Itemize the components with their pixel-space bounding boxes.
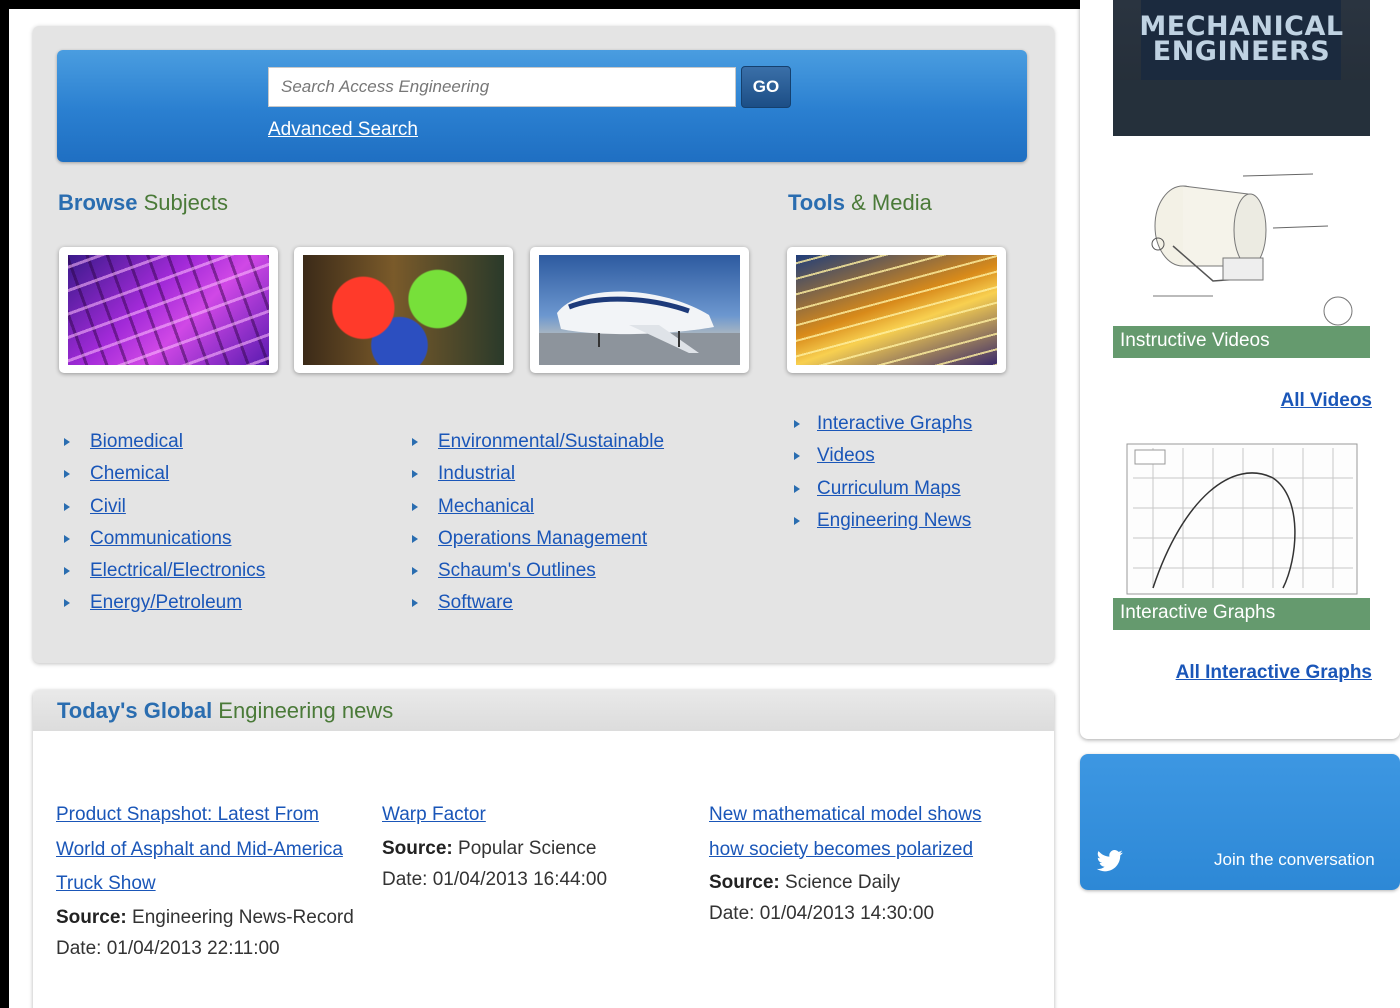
- list-item: Schaum's Outlines: [408, 555, 664, 587]
- book-title: MECHANICAL ENGINEERS: [1139, 11, 1344, 67]
- subject-link-electrical[interactable]: Electrical/Electronics: [90, 560, 265, 581]
- subject-thumbnail-aerospace[interactable]: [530, 247, 749, 373]
- advanced-search-link[interactable]: Advanced Search: [268, 119, 418, 141]
- tools-media-heading: Tools & Media: [788, 190, 932, 215]
- tool-link-videos[interactable]: Videos: [817, 445, 875, 466]
- list-item: Interactive Graphs: [790, 408, 985, 440]
- list-item: Biomedical: [60, 426, 265, 458]
- search-input[interactable]: [268, 67, 736, 107]
- news-date: Date: 01/04/2013 14:30:00: [709, 903, 935, 924]
- instructive-videos-card[interactable]: Instructive Videos: [1113, 166, 1370, 358]
- twitter-cta-text[interactable]: Join the conversation: [1214, 850, 1375, 870]
- subject-thumbnail-electronics[interactable]: [59, 247, 278, 373]
- subject-link-biomedical[interactable]: Biomedical: [90, 431, 183, 452]
- light-trails-image: [796, 255, 997, 365]
- news-title-link[interactable]: New mathematical model shows how society…: [709, 804, 981, 860]
- subjects-list-col2: Environmental/Sustainable Industrial Mec…: [408, 426, 664, 620]
- bullet-icon: [794, 516, 800, 525]
- list-item: Engineering News: [790, 505, 985, 537]
- book-cover-band: [1113, 80, 1370, 136]
- window-left-border: [0, 0, 9, 1008]
- subject-link-operations[interactable]: Operations Management: [438, 528, 647, 549]
- news-source: Source: Popular Science: [382, 837, 597, 859]
- tools-list: Interactive Graphs Videos Curriculum Map…: [790, 408, 985, 537]
- list-item: Videos: [790, 440, 985, 472]
- list-item: Environmental/Sustainable: [408, 426, 664, 458]
- bullet-icon: [64, 599, 70, 608]
- list-item: Energy/Petroleum: [60, 587, 265, 619]
- news-date: Date: 01/04/2013 16:44:00: [382, 868, 608, 890]
- bullet-icon: [64, 438, 70, 446]
- news-source: Source: Engineering News-Record: [56, 906, 354, 928]
- bullet-icon: [412, 567, 418, 576]
- bullet-icon: [64, 534, 70, 543]
- bullet-icon: [412, 470, 418, 479]
- tools-thumbnail[interactable]: [787, 247, 1006, 373]
- twitter-bird-icon: [1096, 850, 1123, 872]
- news-item: Product Snapshot: Latest From World of A…: [56, 798, 366, 964]
- subject-link-chemical[interactable]: Chemical: [90, 463, 169, 484]
- subject-link-environmental[interactable]: Environmental/Sustainable: [438, 431, 664, 452]
- bullet-icon: [412, 438, 418, 446]
- list-item: Curriculum Maps: [790, 473, 985, 505]
- circuit-board-image: [68, 255, 269, 365]
- search-bar: GO Advanced Search: [57, 50, 1027, 162]
- subject-thumbnail-chemical[interactable]: [294, 247, 513, 373]
- list-item: Operations Management: [408, 523, 664, 555]
- subject-link-civil[interactable]: Civil: [90, 496, 126, 517]
- list-item: Software: [408, 587, 664, 619]
- news-heading: Today's Global Engineering news: [33, 690, 1054, 731]
- interactive-graphs-caption: Interactive Graphs: [1113, 598, 1370, 630]
- browse-subjects-heading: Browse Subjects: [58, 190, 228, 215]
- browse-panel: GO Advanced Search Browse Subjects Tools…: [33, 26, 1054, 663]
- subject-link-communications[interactable]: Communications: [90, 528, 232, 549]
- subject-link-schaums[interactable]: Schaum's Outlines: [438, 560, 596, 581]
- news-title-link[interactable]: Warp Factor: [382, 804, 486, 825]
- bullet-icon: [794, 420, 800, 428]
- bullet-icon: [64, 502, 70, 511]
- bullet-icon: [412, 599, 418, 608]
- bullet-icon: [412, 502, 418, 511]
- interactive-graphs-card[interactable]: Interactive Graphs: [1113, 438, 1370, 630]
- bullet-icon: [794, 452, 800, 461]
- news-date: Date: 01/04/2013 22:11:00: [56, 937, 280, 959]
- tool-link-engineering-news[interactable]: Engineering News: [817, 510, 971, 531]
- aircraft-drawing: [539, 291, 740, 365]
- list-item: Civil: [60, 491, 265, 523]
- handbook-cover[interactable]: MECHANICAL ENGINEERS: [1113, 0, 1370, 136]
- bullet-icon: [794, 484, 800, 493]
- list-item: Mechanical: [408, 491, 664, 523]
- subject-link-software[interactable]: Software: [438, 592, 513, 613]
- list-item: Chemical: [60, 458, 265, 490]
- list-item: Communications: [60, 523, 265, 555]
- twitter-box[interactable]: Join the conversation: [1080, 754, 1400, 890]
- list-item: Industrial: [408, 458, 664, 490]
- all-videos-link[interactable]: All Videos: [1280, 390, 1372, 412]
- subjects-list-col1: Biomedical Chemical Civil Communications…: [60, 426, 265, 620]
- subject-link-energy[interactable]: Energy/Petroleum: [90, 592, 242, 613]
- chemistry-lab-image: [303, 255, 504, 365]
- aircraft-image: [539, 255, 740, 365]
- news-item: Warp Factor Source: Popular Science Date…: [382, 798, 682, 895]
- tool-link-interactive-graphs[interactable]: Interactive Graphs: [817, 413, 972, 434]
- bullet-icon: [412, 534, 418, 543]
- news-source: Source: Science Daily: [709, 872, 901, 893]
- bullet-icon: [64, 470, 70, 479]
- subject-link-mechanical[interactable]: Mechanical: [438, 496, 534, 517]
- news-title-link[interactable]: Product Snapshot: Latest From World of A…: [56, 804, 343, 894]
- tool-link-curriculum-maps[interactable]: Curriculum Maps: [817, 478, 961, 499]
- instructive-videos-caption: Instructive Videos: [1113, 326, 1370, 358]
- subject-link-industrial[interactable]: Industrial: [438, 463, 515, 484]
- news-item: New mathematical model shows how society…: [709, 798, 994, 929]
- media-sidebar: MECHANICAL ENGINEERS Instructive Videos …: [1080, 0, 1400, 739]
- all-interactive-graphs-link[interactable]: All Interactive Graphs: [1176, 662, 1372, 684]
- list-item: Electrical/Electronics: [60, 555, 265, 587]
- news-panel: Today's Global Engineering news Product …: [33, 690, 1054, 1008]
- go-button[interactable]: GO: [741, 66, 791, 108]
- bullet-icon: [64, 567, 70, 576]
